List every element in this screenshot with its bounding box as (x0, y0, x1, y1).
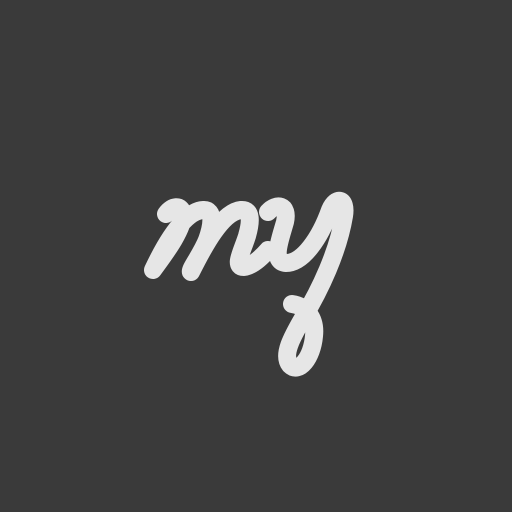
app-icon: my (0, 0, 512, 512)
my-logo (144, 192, 354, 377)
logo-letter-y (259, 192, 354, 377)
logo-letter-m (144, 198, 277, 281)
